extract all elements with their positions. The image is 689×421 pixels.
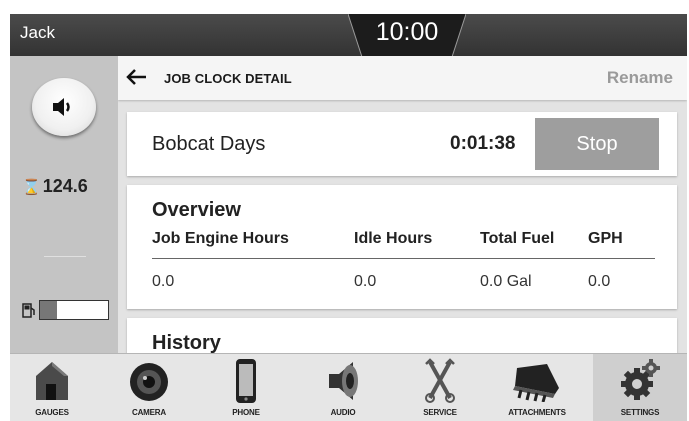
- speaker-icon: [329, 362, 358, 400]
- device-screen: Jack 10:00 ⌛ 124.6 JOB CLOCK DETAIL Rena…: [10, 14, 687, 421]
- nav-label: CAMERA: [132, 408, 166, 417]
- engine-hours: ⌛ 124.6: [22, 176, 88, 197]
- stop-button[interactable]: Stop: [535, 118, 659, 170]
- main-content: JOB CLOCK DETAIL Rename Bobcat Days 0:01…: [118, 56, 687, 353]
- nav-attachments[interactable]: ATTACHMENTS: [495, 354, 579, 421]
- nav-label: SETTINGS: [620, 408, 660, 417]
- hourglass-icon: ⌛: [22, 178, 41, 196]
- column-header-gph: GPH: [588, 230, 623, 247]
- fuel-level-bar: [39, 300, 109, 320]
- nav-label: GAUGES: [35, 408, 69, 417]
- bottom-nav: GAUGES CAMERA PHONE AUDIO SERVICE ATTACH…: [10, 353, 687, 421]
- fuel-gauge: [22, 300, 109, 320]
- wrench-icon: [425, 358, 455, 403]
- nav-label: AUDIO: [330, 408, 356, 417]
- gear-icon: [621, 359, 660, 400]
- elapsed-time: 0:01:38: [450, 133, 516, 154]
- fuel-level-fill: [40, 301, 57, 319]
- value-total-fuel: 0.0 Gal: [480, 273, 532, 290]
- table-divider: [152, 258, 655, 259]
- nav-label: ATTACHMENTS: [508, 408, 566, 417]
- nav-gauges[interactable]: GAUGES: [10, 354, 94, 421]
- value-idle-hours: 0.0: [354, 273, 377, 290]
- history-card: History: [127, 318, 677, 353]
- nav-camera[interactable]: CAMERA: [107, 354, 191, 421]
- value-job-engine-hours: 0.0: [152, 273, 175, 290]
- engine-hours-value: 124.6: [42, 176, 88, 196]
- phone-icon: [236, 359, 256, 403]
- nav-settings[interactable]: SETTINGS: [593, 354, 687, 421]
- overview-card: Overview Job Engine Hours Idle Hours Tot…: [127, 185, 677, 309]
- nav-label: PHONE: [232, 408, 260, 417]
- nav-label: SERVICE: [423, 408, 457, 417]
- house-icon: [36, 362, 68, 400]
- nav-audio[interactable]: AUDIO: [301, 354, 385, 421]
- overview-title: Overview: [152, 199, 241, 221]
- column-header-idle-hours: Idle Hours: [354, 230, 433, 247]
- rename-button[interactable]: Rename: [607, 68, 673, 88]
- user-name: Jack: [20, 23, 55, 42]
- clock-time: 10:00: [375, 18, 439, 46]
- divider: [44, 256, 86, 257]
- job-name: Bobcat Days: [152, 133, 266, 155]
- volume-button[interactable]: [32, 78, 96, 136]
- speaker-icon: [53, 98, 70, 116]
- bucket-icon: [513, 364, 559, 402]
- page-header: JOB CLOCK DETAIL Rename: [118, 56, 687, 100]
- page-title: JOB CLOCK DETAIL: [164, 71, 292, 86]
- fuel-pump-icon: [22, 303, 35, 318]
- back-arrow-icon[interactable]: [126, 68, 148, 86]
- value-gph: 0.0: [588, 273, 611, 290]
- nav-phone[interactable]: PHONE: [204, 354, 288, 421]
- history-title: History: [152, 332, 221, 353]
- nav-service[interactable]: SERVICE: [398, 354, 482, 421]
- side-panel: ⌛ 124.6: [10, 56, 118, 353]
- column-header-total-fuel: Total Fuel: [480, 230, 555, 247]
- column-header-job-engine-hours: Job Engine Hours: [152, 230, 289, 247]
- camera-icon: [130, 363, 168, 401]
- status-bar: Jack 10:00: [10, 14, 687, 58]
- job-clock-card: Bobcat Days 0:01:38 Stop: [127, 112, 677, 176]
